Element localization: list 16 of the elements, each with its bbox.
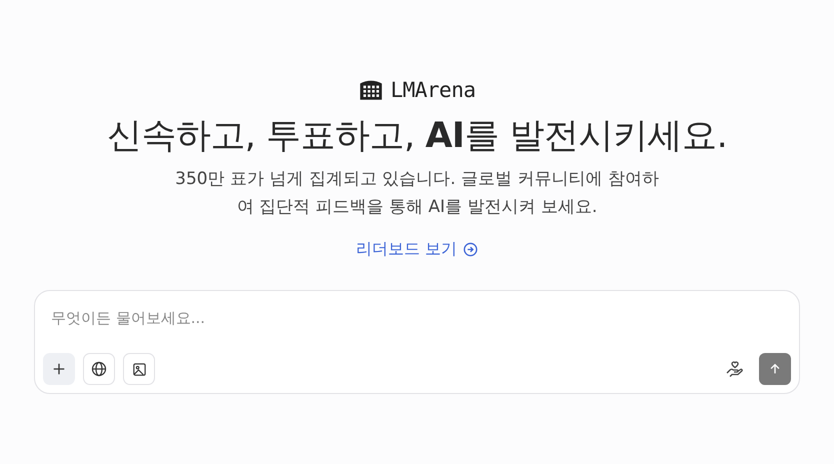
hand-heart-icon[interactable] [725,360,745,378]
stadium-icon [358,78,384,102]
image-button[interactable] [123,353,155,385]
subtitle: 350만 표가 넘게 집계되고 있습니다. 글로벌 커뮤니티에 참여하여 집단적 피드백을 통해 AI를 발전시켜 보세요. [174,168,660,219]
prompt-input[interactable]: 무엇이든 물어보세요... [43,301,791,335]
add-button[interactable] [43,353,75,385]
brand-name: LMArena [390,78,476,102]
globe-icon [91,361,107,377]
leaderboard-link[interactable]: 리더보드 보기 [356,239,478,260]
arrow-up-icon [768,362,782,376]
image-icon [132,362,146,376]
headline: 신속하고, 투표하고, AI를 발전시키세요. [106,115,728,158]
arrow-circle-icon [463,242,478,257]
plus-icon [52,362,66,376]
prompt-field[interactable]: 무엇이든 물어보세요... [34,290,800,394]
globe-button[interactable] [83,353,115,385]
